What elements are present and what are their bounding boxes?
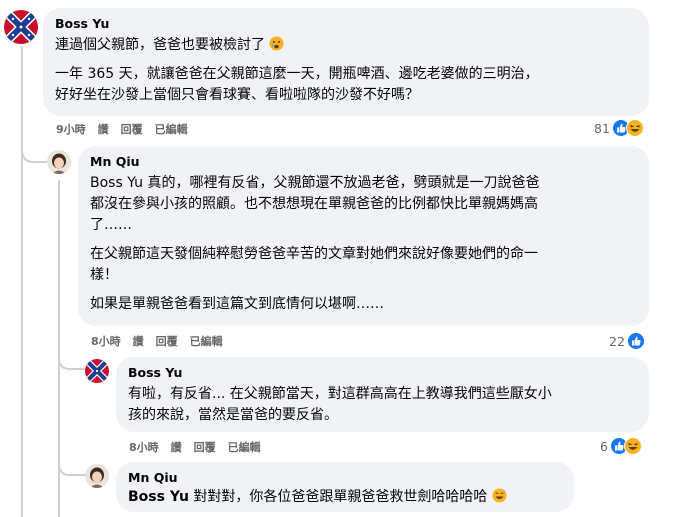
reaction-summary[interactable]: 6 bbox=[600, 436, 642, 456]
edited-label[interactable]: 已編輯 bbox=[228, 439, 261, 455]
comment-text: 在父親節這天發個純粹慰勞爸爸辛苦的文章對她們來說好像要她們的命一 樣！ bbox=[90, 246, 538, 283]
comment-text: Boss Yu 對對對，你各位爸爸跟單親爸爸救世劍哈哈哈哈 bbox=[128, 487, 562, 508]
comment-bubble: Mn Qiu Boss Yu 真的，哪裡有反省，父親節還不放過老爸，劈頭就是一刀… bbox=[78, 146, 649, 326]
reply-action[interactable]: 回覆 bbox=[156, 333, 178, 349]
comment-text: 連過個父親節，爸爸也要被檢討了 bbox=[55, 35, 637, 56]
comment-time[interactable]: 9小時 bbox=[56, 121, 86, 137]
haha-icon bbox=[623, 437, 642, 455]
comment-time[interactable]: 8小時 bbox=[129, 439, 159, 455]
comment-author[interactable]: Mn Qiu bbox=[128, 469, 562, 486]
comment-author[interactable]: Boss Yu bbox=[128, 364, 637, 381]
edited-label[interactable]: 已編輯 bbox=[190, 333, 223, 349]
comment-time[interactable]: 8小時 bbox=[91, 333, 121, 349]
comment-meta: 8小時 讚 回覆 已編輯 bbox=[91, 334, 223, 348]
reply-action[interactable]: 回覆 bbox=[194, 439, 216, 455]
comment-text: 如果是單親爸爸看到這篇文到底情何以堪啊…… bbox=[90, 296, 384, 312]
mention-link[interactable]: Boss Yu bbox=[90, 175, 143, 191]
comment-text: 一年 365 天，就讓爸爸在父親節這麼一天，開瓶啤酒、邊吃老婆做的三明治， 好好… bbox=[55, 66, 539, 103]
reaction-count: 22 bbox=[609, 333, 625, 349]
comment-text: 有啦，有反省... 在父親節當天，對這群高高在上教導我們這些厭女小 孩的來說，當… bbox=[128, 386, 552, 423]
reaction-summary[interactable]: 22 bbox=[609, 331, 645, 351]
comment-bubble: Boss Yu 連過個父親節，爸爸也要被檢討了 一年 365 天，就讓爸爸在父親… bbox=[43, 8, 649, 116]
haha-icon bbox=[625, 119, 644, 137]
avatar[interactable] bbox=[47, 150, 71, 174]
comment-author[interactable]: Mn Qiu bbox=[90, 153, 637, 170]
thread-line-main bbox=[21, 46, 23, 517]
avatar[interactable] bbox=[4, 10, 38, 44]
comment-bubble: Mn Qiu Boss Yu 對對對，你各位爸爸跟單親爸爸救世劍哈哈哈哈 bbox=[116, 462, 574, 512]
comment-meta: 9小時 讚 回覆 已編輯 bbox=[56, 122, 188, 136]
comment-bubble: Boss Yu 有啦，有反省... 在父親節當天，對這群高高在上教導我們這些厭女… bbox=[116, 357, 649, 432]
like-icon bbox=[626, 332, 645, 350]
grinning-sweat-face-icon bbox=[492, 488, 507, 503]
crying-face-icon bbox=[269, 36, 284, 51]
reaction-count: 6 bbox=[600, 438, 608, 454]
like-action[interactable]: 讚 bbox=[98, 121, 109, 137]
avatar[interactable] bbox=[85, 464, 109, 488]
comment-meta: 8小時 讚 回覆 已編輯 bbox=[129, 440, 261, 454]
reply-action[interactable]: 回覆 bbox=[121, 121, 143, 137]
like-action[interactable]: 讚 bbox=[171, 439, 182, 455]
mention-link[interactable]: Boss Yu bbox=[128, 489, 189, 505]
avatar[interactable] bbox=[85, 359, 109, 383]
like-action[interactable]: 讚 bbox=[133, 333, 144, 349]
edited-label[interactable]: 已編輯 bbox=[155, 121, 188, 137]
reaction-count: 81 bbox=[594, 120, 610, 136]
comment-author[interactable]: Boss Yu bbox=[55, 15, 637, 32]
comment-text: Boss Yu 真的，哪裡有反省，父親節還不放過老爸，劈頭就是一刀說爸爸 都沒在… bbox=[90, 175, 540, 233]
reaction-summary[interactable]: 81 bbox=[594, 118, 644, 138]
